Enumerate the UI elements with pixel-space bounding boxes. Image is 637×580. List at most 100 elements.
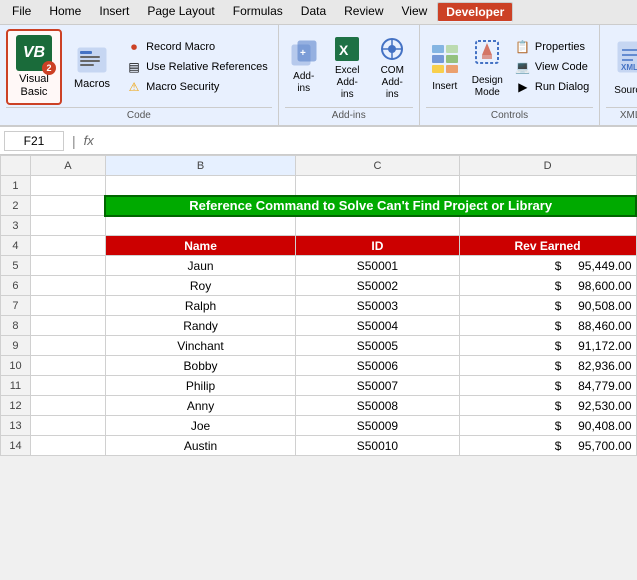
menu-view[interactable]: View [394, 2, 436, 22]
cell-c8[interactable]: S50004 [296, 316, 459, 336]
row-num-1: 1 [1, 176, 31, 196]
cell-c10[interactable]: S50006 [296, 356, 459, 376]
cell-d6[interactable]: $ 98,600.00 [459, 276, 636, 296]
table-row: 3 [1, 216, 637, 236]
excel-add-ins-button[interactable]: X ExcelAdd-ins [327, 31, 368, 103]
menu-data[interactable]: Data [293, 2, 334, 22]
formula-input[interactable] [98, 132, 633, 150]
cell-b14[interactable]: Austin [105, 436, 296, 456]
add-ins-button[interactable]: + Add-ins [285, 37, 323, 97]
cell-b12[interactable]: Anny [105, 396, 296, 416]
cell-d3[interactable] [459, 216, 636, 236]
cell-d10[interactable]: $ 82,936.00 [459, 356, 636, 376]
controls-group-content: Insert DesignMode 📋 Properties [426, 29, 594, 105]
macro-security-button[interactable]: ⚠ Macro Security [122, 78, 272, 96]
cell-d11[interactable]: $ 84,779.00 [459, 376, 636, 396]
cell-d12[interactable]: $ 92,530.00 [459, 396, 636, 416]
cell-b3[interactable] [105, 216, 296, 236]
cell-b9[interactable]: Vinchant [105, 336, 296, 356]
macros-label: Macros [74, 78, 110, 90]
menu-insert[interactable]: Insert [91, 2, 137, 22]
cell-a14[interactable] [30, 436, 105, 456]
run-dialog-label: Run Dialog [535, 81, 589, 93]
properties-button[interactable]: 📋 Properties [511, 38, 593, 56]
cell-b7[interactable]: Ralph [105, 296, 296, 316]
menu-developer[interactable]: Developer [437, 2, 513, 22]
menu-bar: File Home Insert Page Layout Formulas Da… [0, 0, 637, 25]
cell-d14[interactable]: $ 95,700.00 [459, 436, 636, 456]
cell-d7[interactable]: $ 90,508.00 [459, 296, 636, 316]
macros-button[interactable]: Macros [66, 40, 118, 94]
cell-b10[interactable]: Bobby [105, 356, 296, 376]
com-add-ins-button[interactable]: COMAdd-ins [372, 31, 413, 103]
insert-button[interactable]: Insert [426, 39, 464, 95]
menu-formulas[interactable]: Formulas [225, 2, 291, 22]
cell-c1[interactable] [296, 176, 459, 196]
source-label: Source [614, 85, 637, 97]
cell-c3[interactable] [296, 216, 459, 236]
excel-add-ins-icon: X [333, 33, 361, 65]
cell-d8[interactable]: $ 88,460.00 [459, 316, 636, 336]
cell-a5[interactable] [30, 256, 105, 276]
controls-group-label: Controls [426, 107, 594, 121]
view-code-button[interactable]: 💻 View Code [511, 58, 593, 76]
cell-b5[interactable]: Jaun [105, 256, 296, 276]
col-header-a[interactable]: A [30, 156, 105, 176]
menu-file[interactable]: File [4, 2, 39, 22]
use-relative-references-button[interactable]: ▤ Use Relative References [122, 58, 272, 76]
cell-d1[interactable] [459, 176, 636, 196]
cell-a7[interactable] [30, 296, 105, 316]
menu-home[interactable]: Home [41, 2, 89, 22]
cell-b1[interactable] [105, 176, 296, 196]
cell-a10[interactable] [30, 356, 105, 376]
source-icon: XML [615, 38, 637, 85]
cell-c11[interactable]: S50007 [296, 376, 459, 396]
cell-d4-rev[interactable]: Rev Earned [459, 236, 636, 256]
record-macro-button[interactable]: ⏺ Record Macro [122, 38, 272, 56]
code-small-buttons: ⏺ Record Macro ▤ Use Relative References… [122, 38, 272, 96]
cell-a2[interactable] [30, 196, 105, 216]
col-header-b[interactable]: B [105, 156, 296, 176]
cell-b4-name[interactable]: Name [105, 236, 296, 256]
cell-a8[interactable] [30, 316, 105, 336]
design-mode-button[interactable]: DesignMode [468, 33, 507, 101]
cell-d5[interactable]: $ 95,449.00 [459, 256, 636, 276]
cell-b11[interactable]: Philip [105, 376, 296, 396]
menu-page-layout[interactable]: Page Layout [139, 2, 222, 22]
cell-c14[interactable]: S50010 [296, 436, 459, 456]
source-button[interactable]: XML Source [606, 34, 637, 101]
run-dialog-button[interactable]: ▶ Run Dialog [511, 78, 593, 96]
insert-label: Insert [432, 81, 457, 93]
cell-c12[interactable]: S50008 [296, 396, 459, 416]
cell-a12[interactable] [30, 396, 105, 416]
cell-a6[interactable] [30, 276, 105, 296]
col-header-d[interactable]: D [459, 156, 636, 176]
design-mode-icon [472, 35, 502, 75]
cell-a11[interactable] [30, 376, 105, 396]
cell-c7[interactable]: S50003 [296, 296, 459, 316]
cell-d9[interactable]: $ 91,172.00 [459, 336, 636, 356]
row-num-4: 4 [1, 236, 31, 256]
visual-basic-button[interactable]: VB 2 VisualBasic [6, 29, 62, 105]
cell-a4[interactable] [30, 236, 105, 256]
cell-a3[interactable] [30, 216, 105, 236]
cell-reference-input[interactable] [4, 131, 64, 151]
cell-a13[interactable] [30, 416, 105, 436]
menu-review[interactable]: Review [336, 2, 391, 22]
cell-d13[interactable]: $ 90,408.00 [459, 416, 636, 436]
cell-c5[interactable]: S50001 [296, 256, 459, 276]
col-header-c[interactable]: C [296, 156, 459, 176]
cell-b8[interactable]: Randy [105, 316, 296, 336]
cell-a9[interactable] [30, 336, 105, 356]
cell-c4-id[interactable]: ID [296, 236, 459, 256]
cell-b6[interactable]: Roy [105, 276, 296, 296]
design-mode-label: DesignMode [472, 75, 503, 99]
cell-c9[interactable]: S50005 [296, 336, 459, 356]
title-cell[interactable]: Reference Command to Solve Can't Find Pr… [105, 196, 636, 216]
cell-c6[interactable]: S50002 [296, 276, 459, 296]
badge-2: 2 [42, 61, 56, 75]
view-code-label: View Code [535, 61, 588, 73]
cell-c13[interactable]: S50009 [296, 416, 459, 436]
cell-a1[interactable] [30, 176, 105, 196]
cell-b13[interactable]: Joe [105, 416, 296, 436]
